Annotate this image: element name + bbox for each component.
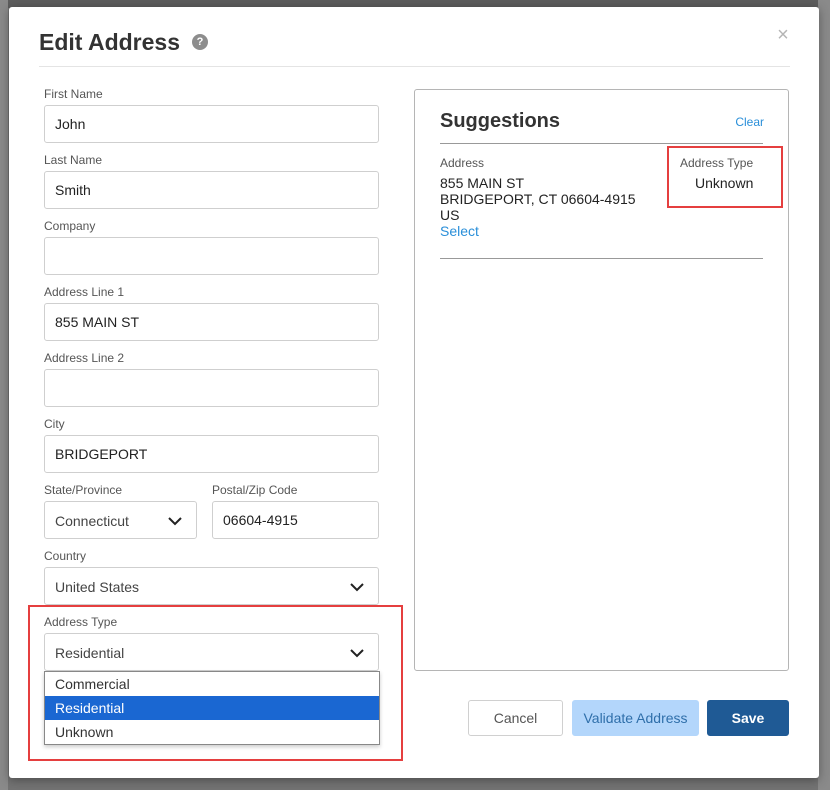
address-line2-label: Address Line 2 — [44, 351, 125, 365]
save-button[interactable]: Save — [707, 700, 789, 736]
postal-input[interactable] — [212, 501, 379, 539]
background-left-edge — [0, 0, 8, 790]
suggestions-clear-link[interactable]: Clear — [735, 115, 764, 129]
state-select-value: Connecticut — [55, 513, 129, 529]
question-circle-icon[interactable]: ? — [192, 34, 208, 50]
validate-address-button[interactable]: Validate Address — [572, 700, 699, 736]
suggestions-title: Suggestions — [440, 110, 561, 132]
close-icon[interactable]: × — [775, 25, 791, 45]
chevron-down-icon — [350, 583, 364, 592]
edit-address-modal: Edit Address ? × First Name Last Name Co… — [9, 7, 819, 778]
address-line2-input[interactable] — [44, 369, 379, 407]
suggestions-panel: Suggestions Clear Address 855 MAIN ST BR… — [414, 89, 789, 671]
suggestion-select-link[interactable]: Select — [440, 223, 479, 239]
country-label: Country — [44, 549, 87, 563]
first-name-input[interactable] — [44, 105, 379, 143]
company-label: Company — [44, 219, 96, 233]
address-line1-label: Address Line 1 — [44, 285, 125, 299]
postal-label: Postal/Zip Code — [212, 483, 298, 497]
address-type-highlight-box — [28, 605, 403, 761]
state-label: State/Province — [44, 483, 123, 497]
suggestion-type-highlight-box — [667, 146, 783, 208]
suggestion-address-label: Address — [440, 156, 485, 170]
country-select[interactable]: United States — [44, 567, 379, 605]
suggestion-address-line2: BRIDGEPORT, CT 06604-4915 — [440, 191, 636, 207]
last-name-input[interactable] — [44, 171, 379, 209]
modal-title: Edit Address — [39, 29, 181, 55]
suggestion-address-line1: 855 MAIN ST — [440, 175, 525, 191]
first-name-label: First Name — [44, 87, 103, 101]
modal-header: Edit Address ? — [39, 29, 790, 67]
background-right-edge — [818, 0, 830, 790]
cancel-button[interactable]: Cancel — [468, 700, 563, 736]
state-select[interactable]: Connecticut — [44, 501, 197, 539]
suggestions-divider — [440, 143, 763, 144]
address-line1-input[interactable] — [44, 303, 379, 341]
chevron-down-icon — [168, 517, 182, 526]
suggestions-bottom-divider — [440, 258, 763, 259]
city-input[interactable] — [44, 435, 379, 473]
country-select-value: United States — [55, 579, 140, 595]
suggestion-address-line3: US — [440, 207, 460, 223]
company-input[interactable] — [44, 237, 379, 275]
city-label: City — [44, 417, 65, 431]
last-name-label: Last Name — [44, 153, 103, 167]
